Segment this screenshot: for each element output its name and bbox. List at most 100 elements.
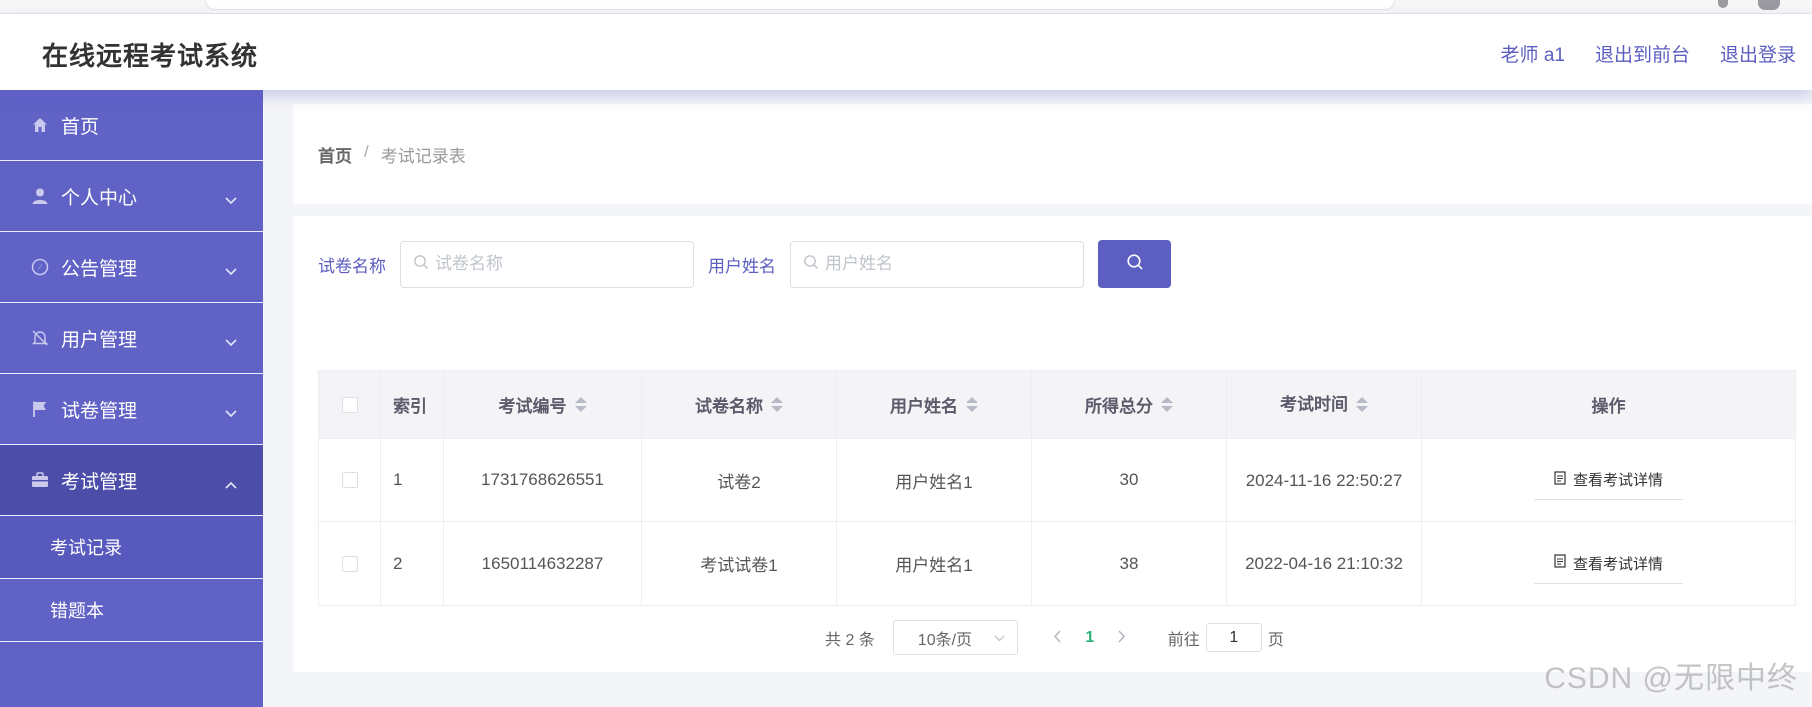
- sidebar-subitem-exam-records[interactable]: 考试记录: [0, 516, 263, 579]
- sort-icon[interactable]: [574, 397, 587, 412]
- user-name-input-wrapper: [790, 240, 1084, 288]
- sort-icon[interactable]: [1161, 397, 1173, 412]
- select-all-checkbox[interactable]: [341, 396, 358, 413]
- table-row: 2 1650114632287 考试试卷1 用户姓名1 38 2022-04-1…: [319, 522, 1795, 605]
- search-form: 试卷名称 用户姓名: [318, 240, 1171, 288]
- pagination: 共 2 条 10条/页 1 前往 页: [825, 620, 1284, 655]
- breadcrumb-current: 考试记录表: [380, 147, 466, 166]
- page-number-current[interactable]: 1: [1070, 629, 1110, 647]
- paper-name-label: 试卷名称: [318, 256, 386, 276]
- breadcrumb: 首页 / 考试记录表: [318, 142, 466, 167]
- goto-prefix: 前往: [1167, 631, 1200, 649]
- user-name-input[interactable]: [825, 254, 1065, 274]
- sort-icon[interactable]: [771, 397, 783, 412]
- row-checkbox-cell: [319, 439, 381, 521]
- sidebar-item-label: 考试管理: [61, 471, 138, 493]
- logout-link[interactable]: 退出登录: [1720, 40, 1796, 67]
- sidebar-item-exams[interactable]: 考试管理: [0, 445, 263, 516]
- page-size-select[interactable]: 10条/页: [892, 620, 1018, 655]
- breadcrumb-home[interactable]: 首页: [318, 142, 352, 167]
- prev-page-button[interactable]: [1046, 627, 1070, 648]
- row-checkbox-cell: [319, 522, 381, 605]
- sidebar-item-announcements[interactable]: 公告管理: [0, 232, 263, 303]
- user-name-label: 用户姓名: [708, 256, 776, 276]
- sort-icon[interactable]: [966, 397, 978, 412]
- goto-page-input[interactable]: [1205, 623, 1262, 652]
- person-icon: [30, 186, 50, 206]
- header-exam-no[interactable]: 考试编号: [444, 371, 642, 438]
- breadcrumb-card: 首页 / 考试记录表: [293, 104, 1812, 204]
- chevron-down-icon: [225, 260, 237, 282]
- paper-name-input-wrapper: [400, 240, 694, 288]
- browser-address-bar[interactable]: [205, 0, 1395, 10]
- document-icon: [1554, 554, 1566, 572]
- main-content-card: 试卷名称 用户姓名 索引 考试编号 试卷名称 用: [293, 216, 1812, 672]
- header-time[interactable]: 考试时间: [1227, 371, 1422, 438]
- view-exam-detail-label: 查看考试详情: [1572, 472, 1663, 489]
- bell-off-icon: [30, 328, 50, 348]
- header-user[interactable]: 用户姓名: [837, 371, 1032, 438]
- cell-score: 30: [1032, 439, 1227, 521]
- header-paper-label: 试卷名称: [695, 397, 763, 416]
- header-links: 老师 a1 退出到前台 退出登录: [1501, 40, 1796, 67]
- view-exam-detail-button[interactable]: 查看考试详情: [1533, 460, 1683, 500]
- header-user-label: 用户姓名: [890, 397, 958, 416]
- cell-index: 1: [381, 439, 444, 521]
- app-title: 在线远程考试系统: [42, 41, 259, 71]
- current-user-link[interactable]: 老师 a1: [1501, 40, 1565, 67]
- cell-score: 38: [1032, 522, 1227, 605]
- cell-time: 2022-04-16 21:10:32: [1227, 522, 1422, 605]
- sort-icon[interactable]: [1356, 397, 1368, 412]
- cell-user: 用户姓名1: [837, 439, 1032, 521]
- row-checkbox[interactable]: [341, 555, 358, 572]
- exit-to-frontend-link[interactable]: 退出到前台: [1595, 40, 1690, 67]
- next-page-button[interactable]: [1110, 627, 1134, 648]
- browser-profile-icon[interactable]: [1758, 0, 1780, 10]
- goto-suffix: 页: [1267, 631, 1284, 649]
- view-exam-detail-label: 查看考试详情: [1572, 555, 1663, 573]
- watermark: CSDN @无限中终: [1544, 662, 1798, 695]
- browser-toolbar-edge: [0, 0, 1812, 14]
- cell-action: 查看考试详情: [1422, 522, 1795, 605]
- header-score-label: 所得总分: [1085, 397, 1153, 416]
- flag-icon: [30, 399, 50, 419]
- sidebar-subitem-wrong-questions[interactable]: 错题本: [0, 579, 263, 642]
- sidebar-item-profile[interactable]: 个人中心: [0, 161, 263, 232]
- header-index-label: 索引: [393, 397, 427, 416]
- header-exam-no-label: 考试编号: [498, 397, 567, 416]
- sidebar-item-home[interactable]: 首页: [0, 90, 263, 161]
- chevron-up-icon: [225, 473, 237, 495]
- search-button[interactable]: [1098, 240, 1171, 288]
- chevron-down-icon: [225, 331, 237, 353]
- sidebar-item-label: 公告管理: [61, 258, 138, 280]
- sidebar-item-label: 个人中心: [61, 187, 138, 209]
- header-paper[interactable]: 试卷名称: [642, 371, 837, 438]
- compass-icon: [30, 257, 50, 277]
- browser-extension-icon[interactable]: [1718, 0, 1728, 8]
- sidebar-item-label: 用户管理: [61, 329, 138, 351]
- sidebar-item-users[interactable]: 用户管理: [0, 303, 263, 374]
- header-checkbox-cell: [319, 371, 381, 438]
- header-action-label: 操作: [1591, 397, 1626, 416]
- document-icon: [1554, 470, 1566, 489]
- cell-paper: 试卷2: [642, 439, 837, 521]
- cell-exam-no: 1731768626551: [444, 439, 642, 521]
- row-checkbox[interactable]: [341, 472, 358, 488]
- view-exam-detail-button[interactable]: 查看考试详情: [1533, 543, 1683, 584]
- sidebar-item-label: 试卷管理: [61, 400, 138, 422]
- sidebar-item-papers[interactable]: 试卷管理: [0, 374, 263, 445]
- search-icon: [803, 254, 819, 275]
- exam-records-table: 索引 考试编号 试卷名称 用户姓名 所得总分 考试时间 操作 1 1731768…: [318, 370, 1796, 606]
- header-action: 操作: [1422, 371, 1795, 438]
- cell-time: 2024-11-16 22:50:27: [1227, 439, 1422, 521]
- header-score[interactable]: 所得总分: [1032, 371, 1227, 438]
- chevron-down-icon: [225, 189, 237, 211]
- search-icon: [1126, 253, 1144, 276]
- paper-name-input[interactable]: [435, 254, 675, 274]
- chevron-down-icon: [225, 402, 237, 424]
- top-header: 在线远程考试系统 老师 a1 退出到前台 退出登录: [0, 14, 1812, 90]
- breadcrumb-separator: /: [364, 142, 369, 161]
- cell-index: 2: [381, 522, 444, 605]
- cell-action: 查看考试详情: [1422, 439, 1795, 521]
- pagination-total: 共 2 条: [825, 631, 875, 649]
